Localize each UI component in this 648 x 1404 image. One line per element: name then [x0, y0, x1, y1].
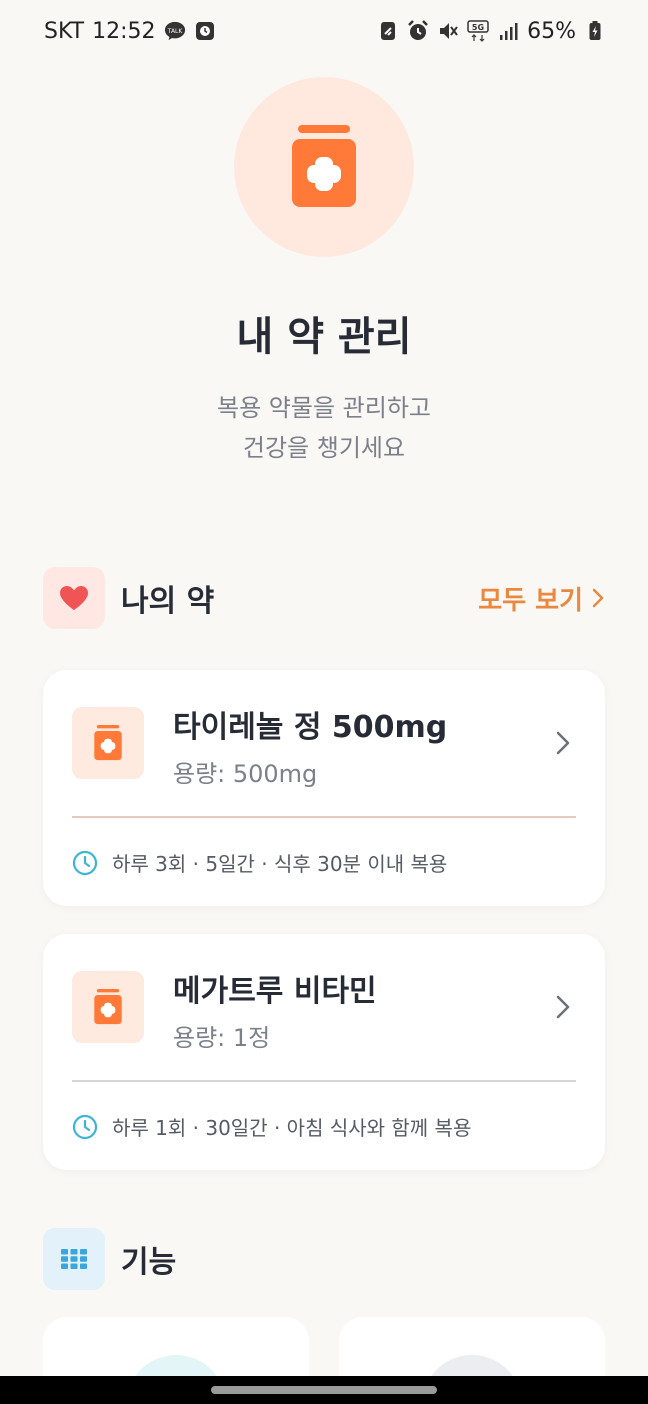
- mute-icon: [437, 20, 459, 42]
- heart-badge: [43, 567, 105, 629]
- medicine-bottle-icon: [94, 725, 122, 761]
- medicine-bottle-icon: [292, 125, 356, 207]
- medication-schedule: 하루 3회 · 5일간 · 식후 30분 이내 복용: [72, 848, 447, 877]
- battery-icon: [584, 20, 606, 42]
- chevron-right-icon: [556, 731, 570, 755]
- see-all-button[interactable]: 모두 보기: [478, 580, 605, 617]
- subtitle-line-1: 복용 약물을 관리하고: [217, 394, 431, 422]
- schedule-text: 하루 3회 · 5일간 · 식후 30분 이내 복용: [112, 852, 448, 876]
- card-divider: [72, 1080, 576, 1082]
- status-right: 5G 65%: [377, 19, 606, 44]
- see-all-label: 모두 보기: [478, 585, 583, 616]
- media-icon: [194, 20, 216, 42]
- home-gesture-handle[interactable]: [211, 1386, 437, 1394]
- hero-medicine-badge: [234, 77, 414, 257]
- medication-name: 타이레놀 정 500mg: [173, 710, 448, 745]
- medication-thumb: [72, 707, 144, 779]
- medication-card[interactable]: 메가트루 비타민 용량: 1정 하루 1회 · 30일간 · 아침 식사와 함께…: [43, 934, 605, 1170]
- grid-badge: [43, 1228, 105, 1290]
- signal-icon: [497, 20, 519, 42]
- network-5g-icon: 5G: [467, 20, 489, 42]
- medication-card[interactable]: 타이레놀 정 500mg 용량: 500mg 하루 3회 · 5일간 · 식후 …: [43, 670, 605, 906]
- carrier-label: SKT: [44, 18, 85, 44]
- kakaotalk-icon: TALK: [164, 20, 186, 42]
- page-title: 내 약 관리: [236, 314, 412, 360]
- status-bar: SKT 12:52 TALK 5G 65%: [0, 0, 648, 62]
- clock-icon: [72, 1114, 98, 1139]
- medication-dose: 용량: 1정: [173, 1024, 271, 1052]
- medication-dose: 용량: 500mg: [173, 760, 318, 788]
- medication-name: 메가트루 비타민: [173, 974, 377, 1009]
- chevron-right-icon: [592, 588, 604, 608]
- card-divider: [72, 816, 576, 818]
- talk-badge-text: TALK: [166, 28, 183, 35]
- features-header: 기능: [43, 1228, 605, 1290]
- system-nav-bar: [0, 1376, 648, 1404]
- subtitle-line-2: 건강을 챙기세요: [242, 434, 406, 462]
- features-title: 기능: [121, 1245, 177, 1280]
- network-label: 5G: [472, 23, 484, 32]
- schedule-text: 하루 1회 · 30일간 · 아침 식사와 함께 복용: [112, 1116, 472, 1140]
- medication-thumb: [72, 971, 144, 1043]
- status-left: SKT 12:52 TALK: [44, 19, 216, 44]
- medicine-bottle-icon: [94, 989, 122, 1025]
- grid-icon: [61, 1249, 87, 1269]
- medication-schedule: 하루 1회 · 30일간 · 아침 식사와 함께 복용: [72, 1112, 471, 1141]
- my-meds-title: 나의 약: [121, 584, 215, 619]
- chevron-right-icon: [556, 995, 570, 1019]
- heart-icon: [60, 586, 88, 610]
- secure-folder-icon: [377, 20, 399, 42]
- alarm-icon: [407, 20, 429, 42]
- my-meds-header: 나의 약 모두 보기: [43, 567, 605, 629]
- page-subtitle: 복용 약물을 관리하고 건강을 챙기세요: [0, 388, 648, 468]
- clock-icon: [72, 850, 98, 875]
- battery-percent: 65%: [527, 18, 576, 44]
- clock-time: 12:52: [92, 18, 156, 44]
